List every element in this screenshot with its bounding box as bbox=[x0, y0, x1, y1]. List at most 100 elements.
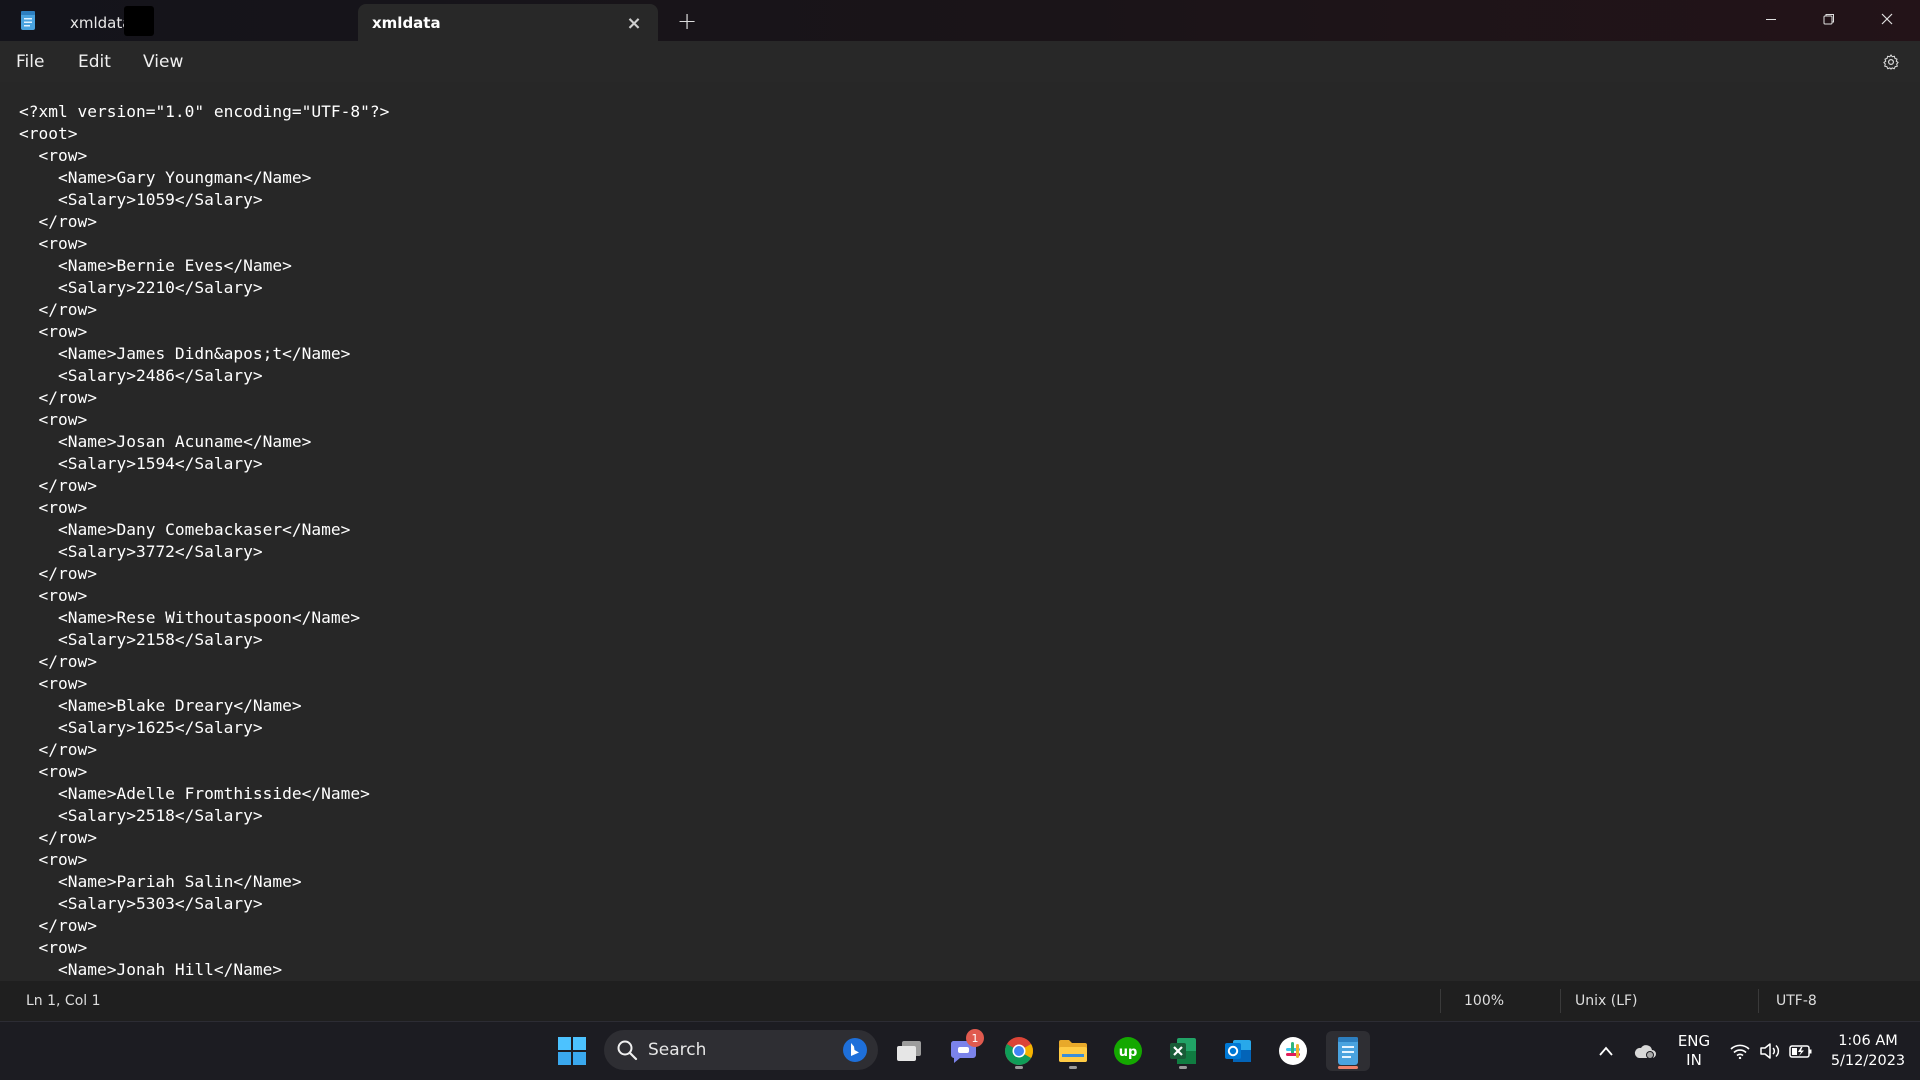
running-indicator bbox=[1179, 1066, 1187, 1069]
battery-charging-icon bbox=[1789, 1045, 1812, 1058]
editor-line: <row> bbox=[19, 762, 88, 781]
editor-line: </row> bbox=[19, 740, 97, 759]
editor-line: <Name>Rese Withoutaspoon</Name> bbox=[19, 608, 361, 627]
cursor-position: Ln 1, Col 1 bbox=[26, 993, 101, 1009]
teams-chat-button[interactable]: 1 bbox=[944, 1029, 984, 1071]
chrome-button[interactable] bbox=[999, 1031, 1039, 1071]
new-tab-button[interactable]: + bbox=[672, 7, 702, 35]
settings-button[interactable] bbox=[1878, 49, 1904, 75]
running-indicator bbox=[1015, 1066, 1023, 1069]
notepad-icon bbox=[1338, 1037, 1358, 1065]
taskbar-search[interactable]: Search bbox=[604, 1030, 878, 1070]
editor-line: <row> bbox=[19, 938, 88, 957]
editor-line: <row> bbox=[19, 234, 88, 253]
tab-title: xmldata bbox=[372, 13, 441, 32]
excel-button[interactable] bbox=[1163, 1031, 1203, 1071]
encoding: UTF-8 bbox=[1776, 993, 1817, 1009]
notification-badge: 1 bbox=[966, 1029, 984, 1047]
status-divider bbox=[1440, 989, 1441, 1013]
onedrive-button[interactable] bbox=[1625, 1031, 1665, 1071]
editor-line: <Salary>2210</Salary> bbox=[19, 278, 263, 297]
wifi-icon bbox=[1730, 1044, 1750, 1059]
editor-line: </row> bbox=[19, 828, 97, 847]
tab-xmldata-active[interactable]: xmldata × bbox=[358, 4, 658, 41]
editor-line: <row> bbox=[19, 850, 88, 869]
status-divider bbox=[1758, 989, 1759, 1013]
search-label: Search bbox=[648, 1040, 707, 1060]
editor-line: <?xml version="1.0" encoding="UTF-8"?> bbox=[19, 102, 390, 121]
chevron-up-icon bbox=[1599, 1046, 1613, 1056]
folder-icon bbox=[1059, 1040, 1087, 1062]
status-bar: Ln 1, Col 1 100% Unix (LF) UTF-8 bbox=[0, 981, 1920, 1021]
editor-line: <row> bbox=[19, 674, 88, 693]
volume-status[interactable] bbox=[1758, 1031, 1782, 1071]
editor-line: <Salary>2486</Salary> bbox=[19, 366, 263, 385]
wifi-status[interactable] bbox=[1728, 1031, 1752, 1071]
tab-xmldata-inactive[interactable]: xmldata bbox=[56, 4, 356, 41]
editor-line: <Name>Adelle Fromthisside</Name> bbox=[19, 784, 370, 803]
onedrive-icon bbox=[1634, 1045, 1656, 1059]
chrome-icon bbox=[1005, 1037, 1033, 1065]
editor-content[interactable]: <?xml version="1.0" encoding="UTF-8"?> <r… bbox=[19, 101, 389, 981]
outlook-button[interactable] bbox=[1218, 1031, 1258, 1071]
editor-line: <Name>Blake Dreary</Name> bbox=[19, 696, 302, 715]
text-editor[interactable]: <?xml version="1.0" encoding="UTF-8"?> <r… bbox=[0, 82, 1920, 981]
status-divider bbox=[1560, 989, 1561, 1013]
editor-line: </row> bbox=[19, 476, 97, 495]
svg-text:up: up bbox=[1119, 1045, 1138, 1060]
windows-logo-icon bbox=[558, 1037, 586, 1065]
notepad-taskbar-button[interactable] bbox=[1326, 1031, 1370, 1071]
title-bar: xmldata xmldata × + bbox=[0, 0, 1920, 41]
clock-time: 1:06 AM bbox=[1838, 1033, 1898, 1049]
task-view-icon bbox=[897, 1041, 921, 1061]
tab-redaction bbox=[124, 6, 154, 36]
editor-line: <Salary>2518</Salary> bbox=[19, 806, 263, 825]
slack-icon bbox=[1279, 1037, 1307, 1065]
menu-view[interactable]: View bbox=[135, 48, 191, 76]
line-ending: Unix (LF) bbox=[1575, 993, 1638, 1009]
language-code: ENG bbox=[1677, 1032, 1711, 1050]
upwork-button[interactable]: up bbox=[1108, 1031, 1148, 1071]
editor-line: <row> bbox=[19, 146, 88, 165]
editor-line: </row> bbox=[19, 916, 97, 935]
restore-button[interactable] bbox=[1800, 0, 1858, 38]
editor-line: <Name>Jonah Hill</Name> bbox=[19, 960, 283, 979]
editor-line: </row> bbox=[19, 388, 97, 407]
editor-line: <row> bbox=[19, 410, 88, 429]
editor-line: <row> bbox=[19, 586, 88, 605]
menu-file[interactable]: File bbox=[8, 48, 52, 76]
taskbar: Search 1 up ENG IN 1:06 AM 5/12/2023 bbox=[0, 1021, 1920, 1080]
notepad-icon bbox=[20, 11, 36, 31]
upwork-icon: up bbox=[1114, 1037, 1142, 1065]
clock-date: 5/12/2023 bbox=[1830, 1053, 1906, 1069]
active-indicator bbox=[1338, 1066, 1358, 1069]
file-explorer-button[interactable] bbox=[1053, 1031, 1093, 1071]
editor-line: <Name>James Didn&apos;t</Name> bbox=[19, 344, 351, 363]
outlook-icon bbox=[1225, 1040, 1251, 1062]
gear-icon bbox=[1883, 54, 1899, 70]
editor-line: <Name>Dany Comebackaser</Name> bbox=[19, 520, 351, 539]
zoom-level: 100% bbox=[1464, 993, 1505, 1009]
close-window-button[interactable] bbox=[1858, 0, 1916, 38]
editor-line: <Salary>1594</Salary> bbox=[19, 454, 263, 473]
editor-line: <Name>Pariah Salin</Name> bbox=[19, 872, 302, 891]
start-button[interactable] bbox=[552, 1031, 592, 1071]
close-tab-icon[interactable]: × bbox=[624, 13, 644, 34]
close-icon bbox=[1881, 13, 1893, 25]
restore-icon bbox=[1823, 14, 1834, 25]
running-indicator bbox=[1069, 1066, 1077, 1069]
show-hidden-icons-button[interactable] bbox=[1586, 1031, 1626, 1071]
editor-line: <row> bbox=[19, 322, 88, 341]
editor-line: <Name>Bernie Eves</Name> bbox=[19, 256, 292, 275]
minimize-button[interactable] bbox=[1742, 0, 1800, 38]
menu-edit[interactable]: Edit bbox=[70, 48, 119, 76]
battery-status[interactable] bbox=[1787, 1031, 1815, 1071]
slack-button[interactable] bbox=[1273, 1031, 1313, 1071]
clock[interactable]: 1:06 AM 5/12/2023 bbox=[1820, 1031, 1916, 1071]
editor-line: <Salary>1625</Salary> bbox=[19, 718, 263, 737]
task-view-button[interactable] bbox=[889, 1031, 929, 1071]
language-indicator[interactable]: ENG IN bbox=[1676, 1032, 1712, 1070]
bing-icon[interactable] bbox=[842, 1037, 868, 1063]
speaker-icon bbox=[1760, 1043, 1780, 1059]
editor-line: <Salary>2158</Salary> bbox=[19, 630, 263, 649]
